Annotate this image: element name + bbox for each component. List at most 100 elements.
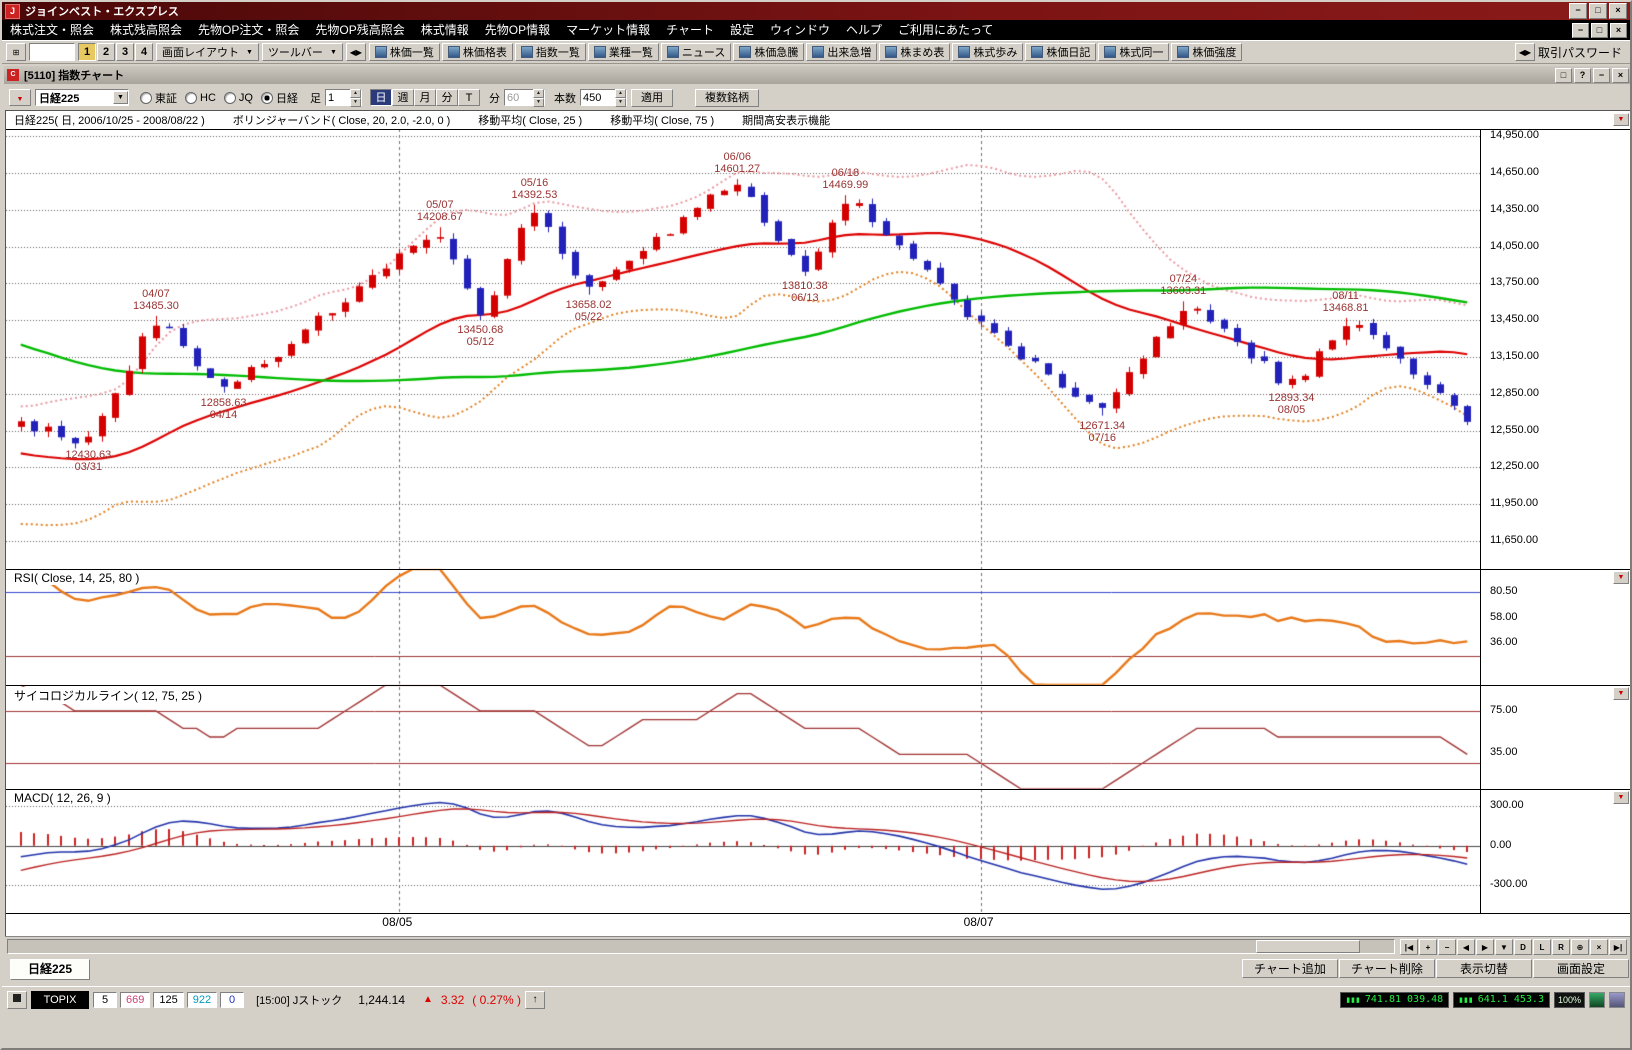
apply-button[interactable]: 適用 <box>631 89 673 107</box>
screen-layout-dropdown[interactable]: 画面レイアウト ▼ <box>156 43 259 61</box>
bars-input[interactable] <box>581 92 615 104</box>
toolbar-button-9[interactable]: 株価日記 <box>1025 43 1096 61</box>
chart-action-button-0[interactable]: チャート追加 <box>1242 959 1338 978</box>
status-index-select[interactable]: TOPIX <box>31 991 89 1009</box>
toolbar-button-10[interactable]: 株式同一 <box>1098 43 1169 61</box>
chart-window-button-2[interactable]: − <box>1593 68 1610 83</box>
status-up-button[interactable]: ↑ <box>525 991 545 1009</box>
scroll-button-1[interactable]: + <box>1419 939 1437 955</box>
tray-icon-2[interactable] <box>1609 992 1625 1008</box>
layout-button-2[interactable]: 2 <box>97 43 115 61</box>
titlebar-button-0[interactable]: − <box>1569 3 1587 19</box>
chart-window-button-0[interactable]: □ <box>1555 68 1572 83</box>
menu-item-0[interactable]: 株式注文・照会 <box>2 20 102 40</box>
menu-item-4[interactable]: 株式情報 <box>413 20 477 40</box>
scrollbar-track[interactable] <box>7 939 1395 954</box>
toolbar-button-7[interactable]: 株まめ表 <box>879 43 950 61</box>
scroll-button-0[interactable]: |◀ <box>1400 939 1418 955</box>
chart-type-dropdown[interactable]: ▼ <box>9 89 31 106</box>
trade-password-button[interactable]: 取引パスワード <box>1538 44 1622 61</box>
mdi-window-button-0[interactable]: − <box>1572 23 1589 38</box>
chart-canvas[interactable] <box>6 111 1480 937</box>
period-button-月[interactable]: 月 <box>414 89 436 106</box>
scroll-button-11[interactable]: ▶| <box>1609 939 1627 955</box>
toolbar-button-0[interactable]: 株価一覧 <box>369 43 440 61</box>
x-axis: 08/0508/07 <box>6 915 1480 935</box>
symbol-combobox[interactable]: 日経225 ▼ <box>35 89 129 106</box>
layout-button-4[interactable]: 4 <box>135 43 153 61</box>
tray-icon-1[interactable] <box>1589 992 1605 1008</box>
layout-button-3[interactable]: 3 <box>116 43 134 61</box>
market-radio-label: 日経 <box>276 90 298 106</box>
legend-item-1: ボリンジャーバンド( Close, 20, 2.0, -2.0, 0 ) <box>233 112 451 128</box>
menu-item-2[interactable]: 先物OP注文・照会 <box>190 20 307 40</box>
menu-item-7[interactable]: チャート <box>658 20 722 40</box>
menu-item-11[interactable]: ご利用にあたって <box>890 20 1001 40</box>
scroll-button-2[interactable]: − <box>1438 939 1456 955</box>
minutes-stepper[interactable]: ▲▼ <box>504 89 545 106</box>
chart-window-button-3[interactable]: × <box>1612 68 1629 83</box>
menu-item-3[interactable]: 先物OP残高照会 <box>307 20 412 40</box>
scroll-button-9[interactable]: ⊕ <box>1571 939 1589 955</box>
panel-dropdown-button-1[interactable]: ▼ <box>1613 571 1629 584</box>
dock-arrows-icon[interactable]: ◀▶ <box>346 43 366 61</box>
market-radio-日経[interactable]: 日経 <box>258 90 301 106</box>
toolbar-button-4[interactable]: ニュース <box>661 43 731 61</box>
toolbar-button-8[interactable]: 株式歩み <box>952 43 1023 61</box>
period-button-週[interactable]: 週 <box>392 89 414 106</box>
toolbar-button-1[interactable]: 株価格表 <box>442 43 513 61</box>
menu-item-6[interactable]: マーケット情報 <box>558 20 658 40</box>
scroll-button-3[interactable]: ◀ <box>1457 939 1475 955</box>
chart-window-button-1[interactable]: ? <box>1574 68 1591 83</box>
titlebar-button-1[interactable]: □ <box>1589 3 1607 19</box>
layout-button-1[interactable]: 1 <box>78 43 96 61</box>
toolbar-button-2[interactable]: 指数一覧 <box>515 43 586 61</box>
bars-stepper[interactable]: ▲▼ <box>580 89 627 106</box>
mdi-window-button-1[interactable]: □ <box>1591 23 1608 38</box>
menu-item-9[interactable]: ウィンドウ <box>762 20 838 40</box>
window-grid-icon[interactable]: ⊞ <box>6 43 26 61</box>
scroll-button-6[interactable]: D <box>1514 939 1532 955</box>
toolbar-dropdown[interactable]: ツールバー ▼ <box>262 43 343 61</box>
menu-item-5[interactable]: 先物OP情報 <box>477 20 558 40</box>
mdi-window-button-2[interactable]: × <box>1610 23 1627 38</box>
titlebar-button-2[interactable]: × <box>1609 3 1627 19</box>
minutes-input[interactable] <box>505 92 533 104</box>
chart-action-button-3[interactable]: 画面設定 <box>1533 959 1629 978</box>
menu-item-10[interactable]: ヘルプ <box>838 20 890 40</box>
toolbar-button-11[interactable]: 株価強度 <box>1171 43 1242 61</box>
tab-nikkei225[interactable]: 日経225 <box>10 959 90 980</box>
toolbar-button-6[interactable]: 出来急増 <box>806 43 877 61</box>
market-radio-HC[interactable]: HC <box>182 92 219 104</box>
panel-dropdown-button-2[interactable]: ▼ <box>1613 687 1629 700</box>
menu-item-8[interactable]: 設定 <box>722 20 762 40</box>
toolbar-button-3[interactable]: 業種一覧 <box>588 43 659 61</box>
scroll-button-7[interactable]: L <box>1533 939 1551 955</box>
period-button-T[interactable]: T <box>458 89 480 106</box>
scroll-button-8[interactable]: R <box>1552 939 1570 955</box>
panel-dropdown-button-3[interactable]: ▼ <box>1613 791 1629 804</box>
scroll-button-10[interactable]: × <box>1590 939 1608 955</box>
spinner-arrows-icon[interactable]: ▲▼ <box>615 89 626 107</box>
scrollbar-thumb[interactable] <box>1256 940 1360 953</box>
market-radio-東証[interactable]: 東証 <box>137 90 180 106</box>
chart-action-button-2[interactable]: 表示切替 <box>1436 959 1532 978</box>
ashi-stepper[interactable]: ▲▼ <box>325 89 362 106</box>
toolbar-button-5[interactable]: 株価急騰 <box>733 43 804 61</box>
spinner-arrows-icon[interactable]: ▲▼ <box>350 89 361 107</box>
ashi-input[interactable] <box>326 92 350 104</box>
combo-chevron-down-icon[interactable]: ▼ <box>113 91 128 104</box>
scroll-button-4[interactable]: ▶ <box>1476 939 1494 955</box>
market-radio-JQ[interactable]: JQ <box>221 92 256 104</box>
menu-item-1[interactable]: 株式残高照会 <box>102 20 190 40</box>
password-arrows-icon[interactable]: ◀▶ <box>1515 43 1535 61</box>
multi-symbol-button[interactable]: 複数銘柄 <box>695 89 759 107</box>
period-button-分[interactable]: 分 <box>436 89 458 106</box>
period-button-日[interactable]: 日 <box>370 89 392 106</box>
toolbar-blank-input[interactable] <box>29 43 75 61</box>
status-stop-button[interactable] <box>7 991 27 1009</box>
spinner-arrows-icon[interactable]: ▲▼ <box>533 89 544 107</box>
panel-dropdown-button-0[interactable]: ▼ <box>1613 113 1629 126</box>
scroll-button-5[interactable]: ▼ <box>1495 939 1513 955</box>
chart-action-button-1[interactable]: チャート削除 <box>1339 959 1435 978</box>
